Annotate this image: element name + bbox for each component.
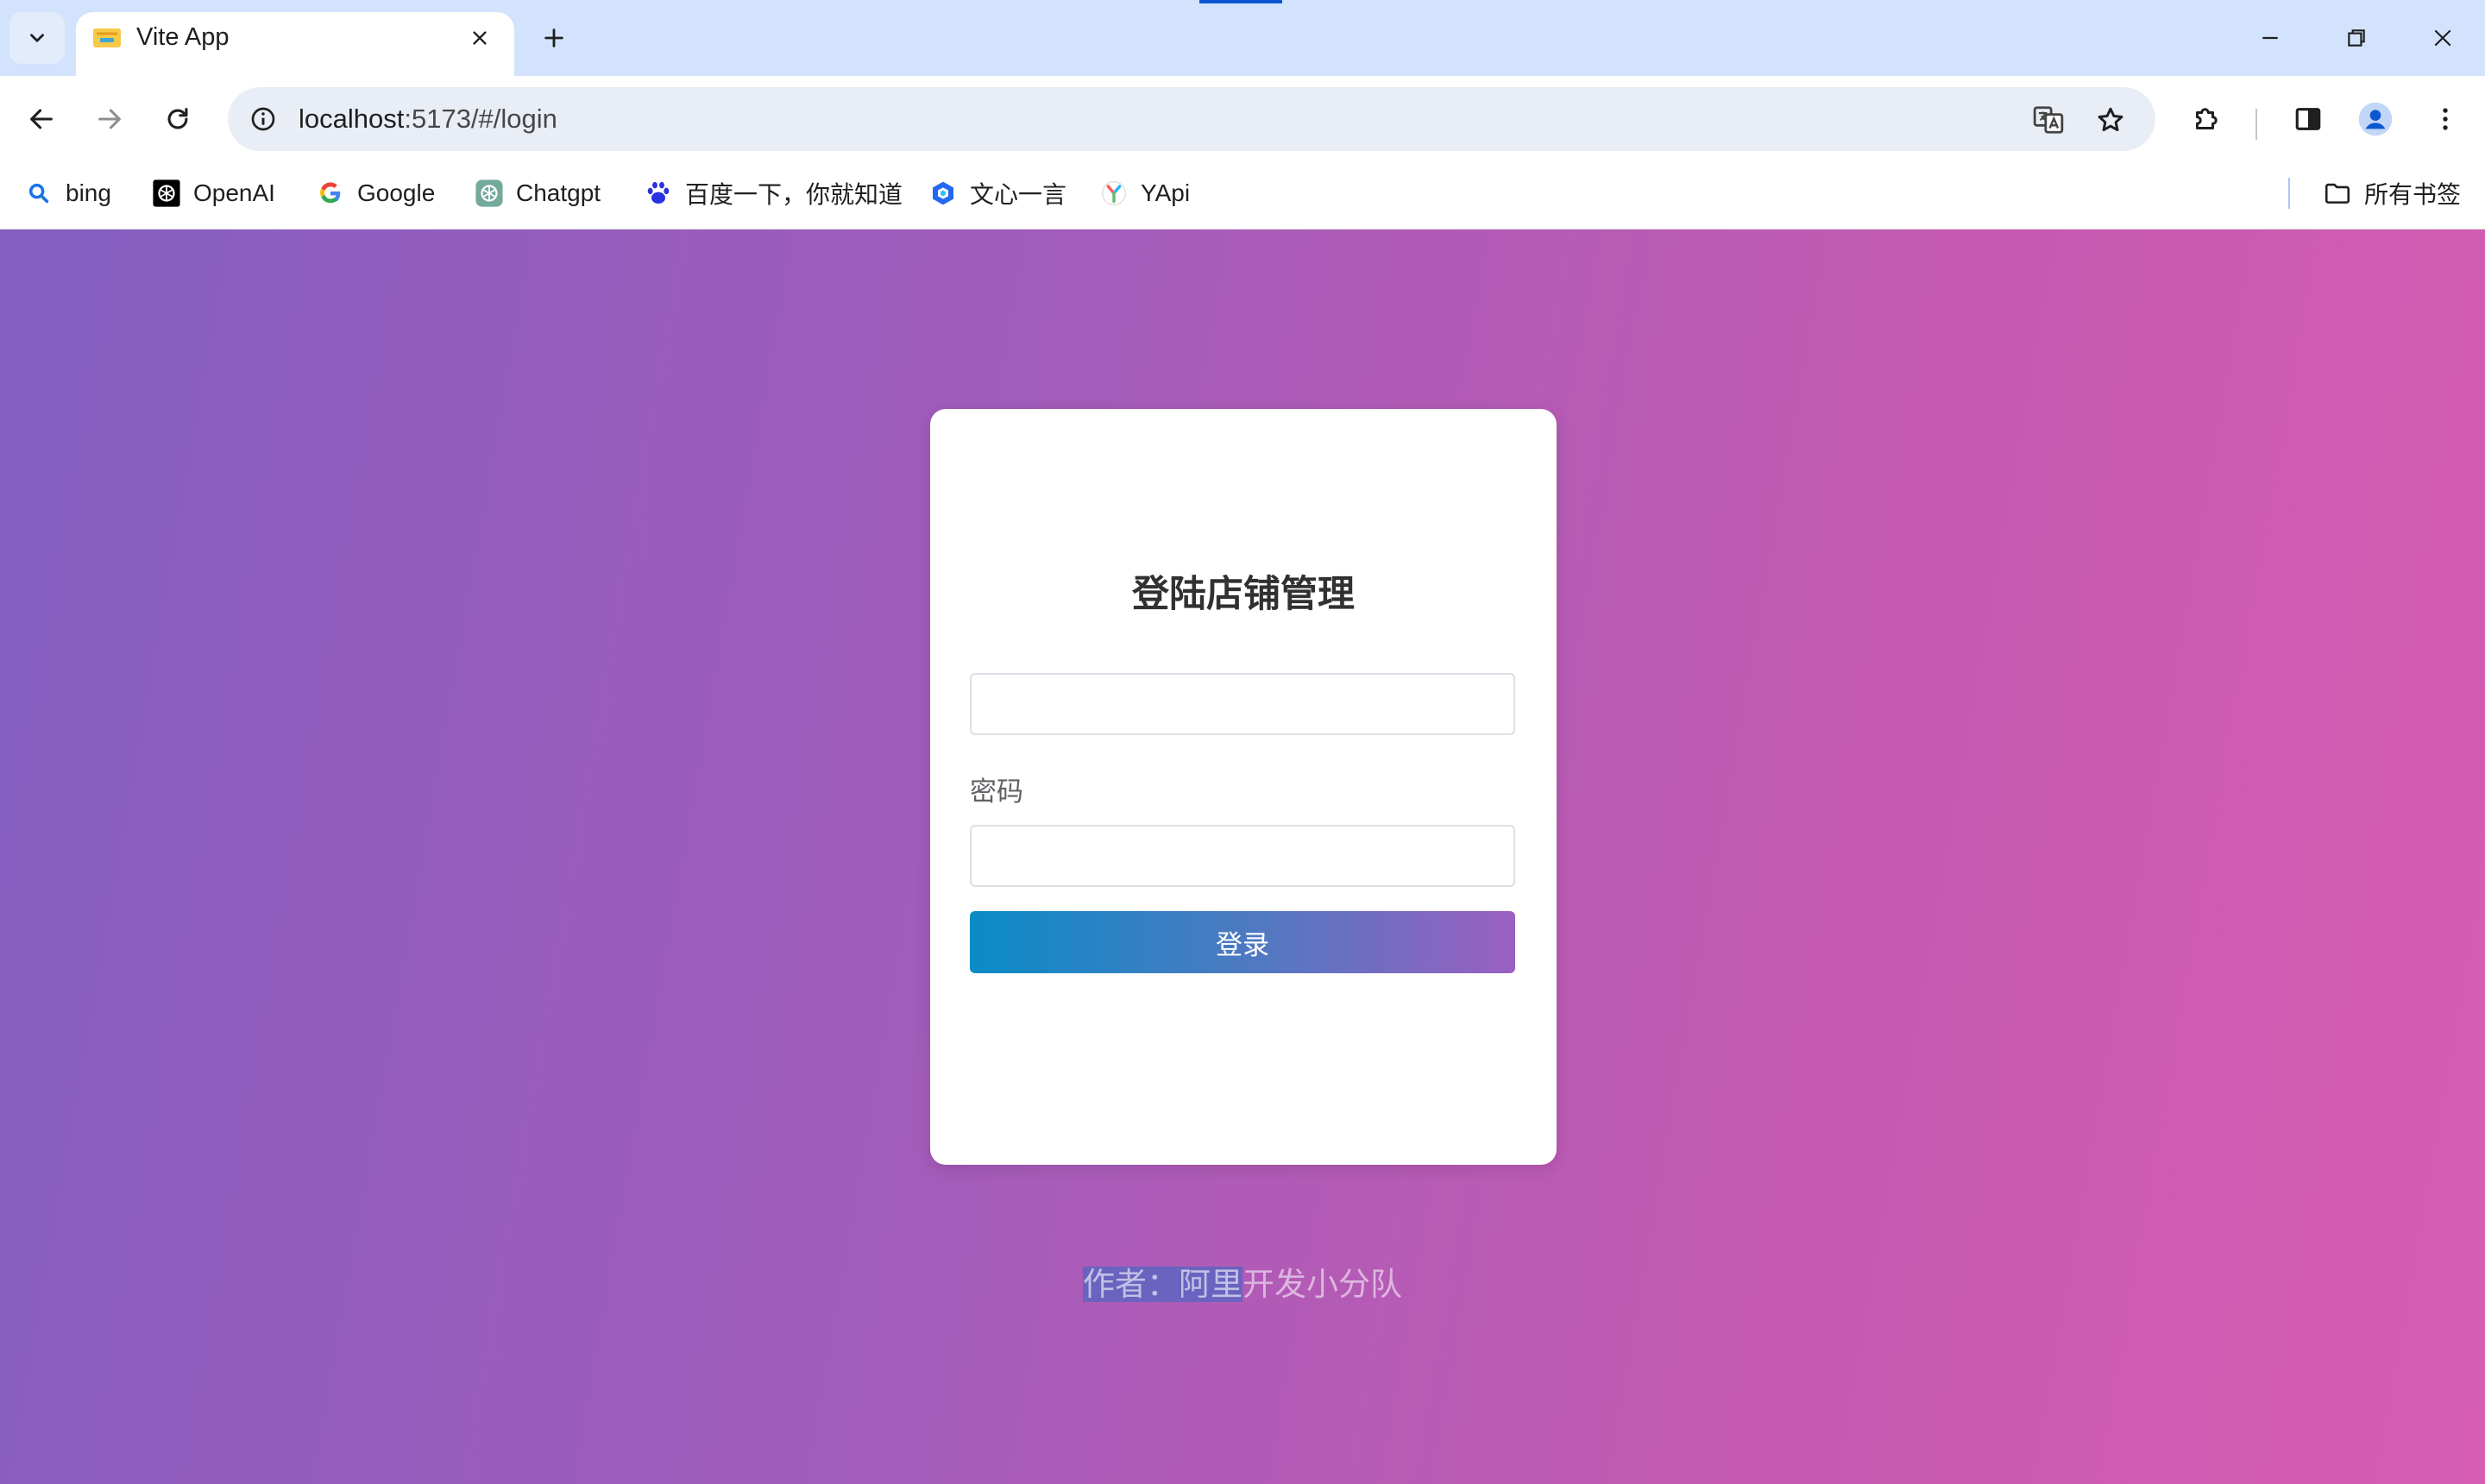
toolbar-separator <box>2255 109 2257 140</box>
baidu-paw-icon <box>644 179 673 208</box>
openai-icon <box>152 179 181 208</box>
password-input[interactable] <box>970 825 1515 887</box>
forward-button[interactable] <box>85 95 134 143</box>
username-input[interactable] <box>970 673 1515 735</box>
bookmark-label: OpenAI <box>193 179 275 206</box>
author-footer: 作者：阿里开发小分队 <box>0 1258 2485 1305</box>
bookmark-bing[interactable]: bing <box>24 174 111 212</box>
menu-button[interactable] <box>2421 95 2469 143</box>
translate-button[interactable] <box>2029 101 2067 139</box>
side-panel-button[interactable] <box>2284 95 2332 143</box>
url-path: :5173/#/login <box>404 104 557 134</box>
chevron-down-icon <box>30 34 44 42</box>
login-button[interactable]: 登录 <box>970 911 1515 973</box>
restore-icon <box>2348 29 2365 47</box>
wenxin-icon <box>928 179 958 208</box>
bookmark-star-button[interactable] <box>2092 101 2130 139</box>
close-window-icon <box>2434 29 2451 47</box>
tab-strip-accent <box>1199 0 1282 3</box>
tab-close-button[interactable] <box>466 24 494 52</box>
vite-favicon-icon <box>93 28 121 47</box>
puzzle-icon <box>2196 108 2218 129</box>
bing-search-icon <box>24 179 53 208</box>
login-page: 登陆店铺管理 密码 登录 作者：阿里开发小分队 <box>0 230 2485 1484</box>
profile-button[interactable] <box>2351 95 2400 143</box>
bookmarks-bar: bing OpenAI Google Chatgpt 百度一下，你就知道 文心一… <box>0 162 2485 230</box>
chatgpt-icon <box>475 179 504 208</box>
close-window-button[interactable] <box>2419 16 2467 60</box>
reload-button[interactable] <box>154 95 202 143</box>
url-host: localhost <box>299 104 405 134</box>
google-icon <box>316 179 345 208</box>
url-text[interactable]: localhost:5173/#/login <box>299 104 557 135</box>
address-bar[interactable]: localhost:5173/#/login <box>228 87 2155 151</box>
bookmark-yapi[interactable]: YApi <box>1099 174 1190 212</box>
all-bookmarks-button[interactable]: 所有书签 <box>2323 174 2461 212</box>
footer-selected-text: 作者：阿里 <box>1083 1267 1242 1302</box>
browser-toolbar: localhost:5173/#/login <box>0 76 2485 162</box>
minimize-icon <box>2262 36 2278 40</box>
login-title: 登陆店铺管理 <box>1132 574 1355 615</box>
arrow-right-icon <box>98 109 121 129</box>
bookmark-label: YApi <box>1141 179 1191 206</box>
side-panel-icon <box>2295 108 2321 130</box>
site-info-button[interactable] <box>245 101 281 137</box>
star-icon <box>2098 107 2123 132</box>
password-label: 密码 <box>970 777 1023 807</box>
restore-button[interactable] <box>2332 16 2381 60</box>
bookmark-openai[interactable]: OpenAI <box>152 174 275 212</box>
tab-search-button[interactable] <box>9 12 65 64</box>
arrow-left-icon <box>30 109 53 129</box>
bookmarks-separator <box>2288 178 2290 209</box>
bookmark-label: Chatgpt <box>516 179 601 206</box>
bookmark-wenxin[interactable]: 文心一言 <box>928 174 1066 212</box>
bookmark-google[interactable]: Google <box>316 174 435 212</box>
info-icon <box>251 107 275 131</box>
yapi-icon <box>1099 179 1129 208</box>
reload-icon <box>167 108 188 129</box>
folder-icon <box>2323 179 2352 208</box>
footer-text: 开发小分队 <box>1242 1267 1402 1302</box>
all-bookmarks-label: 所有书签 <box>2364 181 2462 208</box>
bookmark-chatgpt[interactable]: Chatgpt <box>475 174 601 212</box>
close-icon <box>473 31 487 45</box>
bookmark-label: 文心一言 <box>970 181 1067 208</box>
back-button[interactable] <box>17 95 66 143</box>
minimize-button[interactable] <box>2246 16 2294 60</box>
extensions-button[interactable] <box>2182 95 2230 143</box>
tab-strip: Vite App <box>0 0 2485 76</box>
translate-icon <box>2033 106 2064 134</box>
new-tab-button[interactable] <box>535 19 573 57</box>
active-tab[interactable]: Vite App <box>76 12 514 76</box>
login-card: 登陆店铺管理 密码 登录 <box>930 409 1557 1165</box>
avatar-icon <box>2358 102 2393 136</box>
tab-title: Vite App <box>136 23 230 51</box>
bookmark-label: 百度一下，你就知道 <box>685 181 903 208</box>
bookmark-baidu[interactable]: 百度一下，你就知道 <box>644 174 903 212</box>
bookmark-label: Google <box>357 179 436 206</box>
bookmark-label: bing <box>66 179 111 206</box>
plus-icon <box>544 28 563 47</box>
more-vertical-icon <box>2443 108 2448 130</box>
